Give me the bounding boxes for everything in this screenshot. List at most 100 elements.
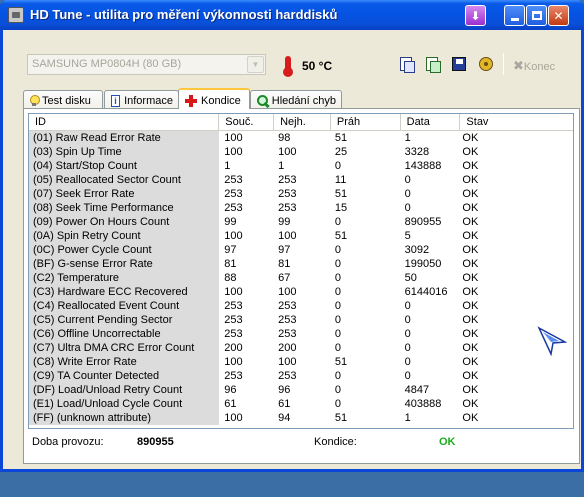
drive-select[interactable]: SAMSUNG MP0804H (80 GB) ▼ (27, 54, 266, 75)
raw-data: 3092 (404, 244, 430, 256)
table-row[interactable]: (C6) Offline Uncorrectable 253 253 0 0 OK (29, 327, 573, 341)
raw-data: 50 (404, 272, 417, 284)
minimize-button[interactable] (504, 5, 525, 26)
column-header-worst[interactable]: Nejh. (274, 114, 331, 131)
table-row[interactable]: (C8) Write Error Rate 100 100 51 0 OK (29, 355, 573, 369)
table-row[interactable]: (FF) (unknown attribute) 100 94 51 1 OK (29, 411, 573, 425)
table-row[interactable]: (C2) Temperature 88 67 0 50 OK (29, 271, 573, 285)
table-row[interactable]: (07) Seek Error Rate 253 253 51 0 OK (29, 187, 573, 201)
status-value: OK (462, 230, 479, 242)
drive-select-value: SAMSUNG MP0804H (80 GB) (32, 58, 182, 70)
worst-value: 61 (278, 398, 291, 410)
table-row[interactable]: (03) Spin Up Time 100 100 25 3328 OK (29, 145, 573, 159)
smart-table[interactable]: ID Souč. Nejh. Práh Data Stav (01) Raw R… (28, 113, 574, 429)
raw-data: 143888 (404, 160, 442, 172)
status-value: OK (462, 244, 479, 256)
raw-data: 0 (404, 370, 411, 382)
column-header-threshold[interactable]: Práh (330, 114, 401, 131)
worst-value: 94 (278, 412, 291, 424)
worst-value: 253 (278, 188, 297, 200)
table-row[interactable]: (01) Raw Read Error Rate 100 98 51 1 OK (29, 131, 573, 145)
current-value: 100 (224, 356, 243, 368)
close-button[interactable]: ✕ (548, 5, 569, 26)
status-value: OK (462, 202, 479, 214)
column-header-current[interactable]: Souč. (219, 114, 275, 131)
attribute-name: (05) Reallocated Sector Count (29, 173, 220, 187)
attribute-name: (C2) Temperature (29, 271, 220, 285)
attribute-name: (09) Power On Hours Count (29, 215, 220, 229)
attribute-name: (C6) Offline Uncorrectable (29, 327, 220, 341)
options-button[interactable] (476, 54, 496, 74)
raw-data: 0 (404, 188, 411, 200)
table-row[interactable]: (04) Start/Stop Count 1 1 0 143888 OK (29, 159, 573, 173)
table-row[interactable]: (C3) Hardware ECC Recovered 100 100 0 614401… (29, 285, 573, 299)
table-row[interactable]: (C9) TA Counter Detected 253 253 0 0 OK (29, 369, 573, 383)
title-bar[interactable]: HD Tune - utilita pro měření výkonnosti … (0, 0, 584, 30)
threshold-value: 0 (334, 160, 342, 172)
threshold-value: 51 (334, 230, 348, 242)
threshold-value: 0 (334, 272, 342, 284)
status-footer: Doba provozu: 890955 Kondice: OK (24, 431, 579, 461)
status-value: OK (462, 370, 479, 382)
app-icon[interactable] (8, 7, 24, 23)
copy-text-button[interactable] (396, 54, 416, 74)
current-value: 88 (224, 272, 237, 284)
save-icon (452, 57, 466, 71)
threshold-value: 0 (334, 342, 342, 354)
current-value: 253 (224, 174, 243, 186)
status-value: OK (462, 412, 479, 424)
current-value: 61 (224, 398, 237, 410)
power-on-value: 890955 (137, 436, 174, 448)
attribute-name: (0A) Spin Retry Count (29, 229, 220, 243)
exit-button[interactable]: ✖Konec (513, 58, 555, 74)
table-row[interactable]: (0A) Spin Retry Count 100 100 51 5 OK (29, 229, 573, 243)
health-panel: ID Souč. Nejh. Práh Data Stav (01) Raw R… (23, 108, 580, 464)
table-row[interactable]: (C4) Reallocated Event Count 253 253 0 0 OK (29, 299, 573, 313)
threshold-value: 51 (334, 132, 348, 144)
status-value: OK (462, 160, 479, 172)
save-button[interactable] (449, 54, 469, 74)
column-header-data[interactable]: Data (400, 114, 461, 131)
download-icon[interactable]: ⬇ (465, 5, 486, 26)
table-row[interactable]: (05) Reallocated Sector Count 253 253 11 0 OK (29, 173, 573, 187)
exit-label: Konec (523, 61, 556, 73)
current-value: 200 (224, 342, 243, 354)
threshold-value: 51 (334, 356, 348, 368)
raw-data: 0 (404, 300, 411, 312)
copy-screenshot-button[interactable] (422, 54, 442, 74)
table-row[interactable]: (09) Power On Hours Count 99 99 0 890955 OK (29, 215, 573, 229)
threshold-value: 51 (334, 188, 348, 200)
raw-data: 1 (404, 412, 411, 424)
current-value: 100 (224, 146, 243, 158)
table-row[interactable]: (E1) Load/Unload Cycle Count 61 61 0 403888 O… (29, 397, 573, 411)
maximize-button[interactable] (526, 5, 547, 26)
options-icon (479, 57, 493, 71)
raw-data: 0 (404, 202, 411, 214)
raw-data: 0 (404, 342, 411, 354)
worst-value: 96 (278, 384, 291, 396)
current-value: 97 (224, 244, 237, 256)
temperature-value: 50 °C (302, 59, 333, 73)
status-value: OK (462, 216, 479, 228)
table-row[interactable]: (08) Seek Time Performance 253 253 15 0 OK (29, 201, 573, 215)
table-row[interactable]: (C5) Current Pending Sector 253 253 0 0 OK (29, 313, 573, 327)
table-row[interactable]: (C7) Ultra DMA CRC Error Count 200 200 0 0 OK (29, 341, 573, 355)
tab-informace[interactable]: i Informace (104, 90, 179, 108)
tab-test-disku[interactable]: Test disku (23, 90, 103, 108)
tab-kondice[interactable]: Kondice (178, 88, 250, 109)
status-value: OK (462, 300, 479, 312)
raw-data: 199050 (404, 258, 442, 270)
threshold-value: 0 (334, 216, 342, 228)
tab-hledani-chyb[interactable]: Hledání chyb (250, 90, 342, 108)
app-window: HD Tune - utilita pro měření výkonnosti … (0, 0, 584, 472)
copy-screenshot-icon (426, 57, 441, 73)
column-header-id[interactable]: ID (29, 114, 220, 131)
current-value: 253 (224, 370, 243, 382)
chevron-down-icon[interactable]: ▼ (247, 56, 264, 73)
table-row[interactable]: (BF) G-sense Error Rate 81 81 0 199050 OK (29, 257, 573, 271)
column-header-status[interactable]: Stav (460, 114, 573, 131)
table-row[interactable]: (DF) Load/Unload Retry Count 96 96 0 4847 OK (29, 383, 573, 397)
table-row[interactable]: (0C) Power Cycle Count 97 97 0 3092 OK (29, 243, 573, 257)
close-x-icon: ✖ (513, 58, 524, 73)
raw-data: 0 (404, 328, 411, 340)
